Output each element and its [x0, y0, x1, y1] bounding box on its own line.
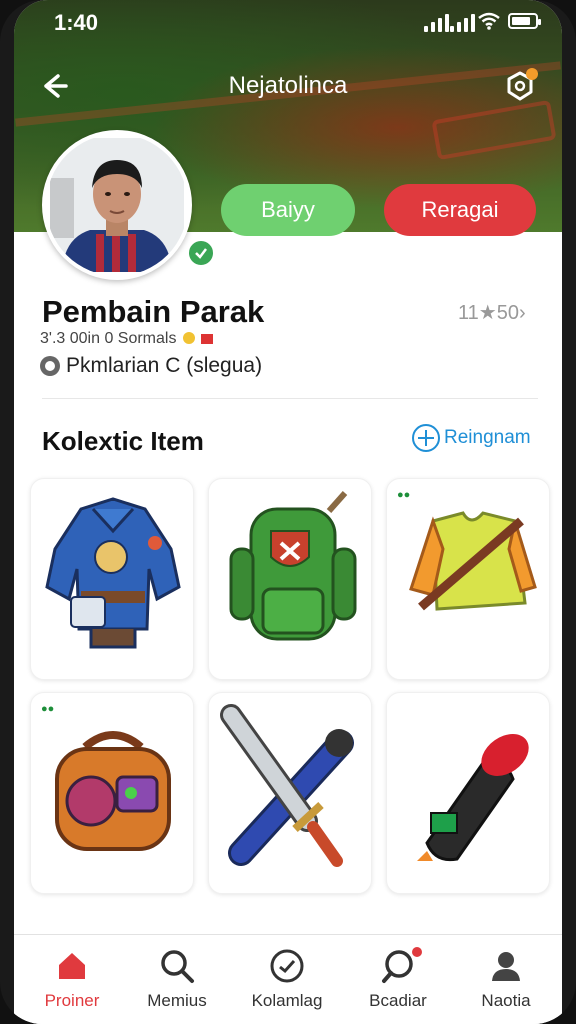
battery-icon	[508, 13, 541, 29]
chat-notification-dot	[412, 947, 422, 957]
phone-frame: 1:40 Nejatolinca Baiyy Reragai Pembain P…	[0, 0, 576, 1024]
notification-dot	[526, 68, 538, 80]
yellow-vest-icon	[409, 511, 537, 611]
buy-button[interactable]: Baiyy	[221, 184, 355, 236]
cellular-signal-icon	[424, 14, 449, 32]
player-level[interactable]: 11★50›	[458, 300, 526, 325]
screen: 1:40 Nejatolinca Baiyy Reragai Pembain P…	[14, 0, 562, 1024]
green-backpack-icon	[229, 491, 357, 641]
yellow-vest-item[interactable]: ●●	[386, 478, 550, 680]
tab-home-label: Proiner	[44, 991, 100, 1010]
person-icon	[492, 952, 520, 981]
blue-jacket-icon	[45, 497, 181, 649]
top-nav: Nejatolinca	[14, 60, 562, 110]
black-grenade-icon	[417, 734, 529, 862]
tab-home[interactable]: Proiner	[22, 947, 122, 1011]
coin-icon	[182, 332, 195, 344]
search-icon	[161, 950, 194, 983]
status-bar: 1:40	[14, 0, 562, 46]
add-item-link[interactable]: Reingnam	[412, 422, 531, 454]
avatar-portrait	[50, 138, 184, 272]
plus-circle-icon	[412, 424, 440, 452]
tab-profile-label: Naotia	[481, 991, 531, 1010]
player-club: Pkmlarian C (slegua)	[40, 354, 262, 378]
orange-bag-icon	[55, 731, 171, 851]
tab-search-label: Memius	[147, 991, 207, 1010]
divider	[42, 398, 538, 399]
add-item-label: Reingnam	[444, 427, 531, 448]
tab-chat[interactable]: Bcadiar	[348, 947, 448, 1011]
black-grenade-item[interactable]	[386, 692, 550, 894]
football-icon	[40, 356, 60, 376]
player-stats: 3'.3 00in 0 Sormals	[40, 330, 214, 348]
sword-bat-item[interactable]	[208, 692, 372, 894]
sword-bat-icon	[220, 704, 354, 867]
collection-title: Kolextic Item	[42, 426, 204, 456]
green-backpack-item[interactable]	[208, 478, 372, 680]
tab-collection[interactable]: Kolamlag	[237, 947, 337, 1011]
wifi-icon	[478, 12, 500, 30]
bottom-tab-bar: Proiner Memius Kolamlag Bcadiar Naotia	[14, 934, 562, 1024]
club-name: Pkmlarian C (slegua)	[66, 354, 263, 377]
verified-badge-icon	[186, 238, 216, 268]
tab-search[interactable]: Memius	[127, 947, 227, 1011]
orange-bag-item[interactable]: ●●	[30, 692, 194, 894]
tab-collection-label: Kolamlag	[251, 991, 323, 1010]
player-stats-text: 3'.3 00in 0 Sormals	[40, 330, 177, 347]
trade-button[interactable]: Reragai	[384, 184, 536, 236]
player-name: Pembain Parak	[42, 294, 265, 329]
home-icon	[59, 953, 85, 979]
status-time: 1:40	[54, 10, 99, 35]
tab-chat-label: Bcadiar	[369, 991, 427, 1010]
cellular-signal-icon-2	[450, 14, 475, 32]
clock-icon	[270, 949, 304, 983]
flag-icon	[201, 334, 214, 344]
tab-profile[interactable]: Naotia	[456, 947, 556, 1011]
avatar[interactable]	[42, 130, 192, 280]
page-title: Nejatolinca	[228, 72, 348, 99]
blue-jacket-item[interactable]	[30, 478, 194, 680]
